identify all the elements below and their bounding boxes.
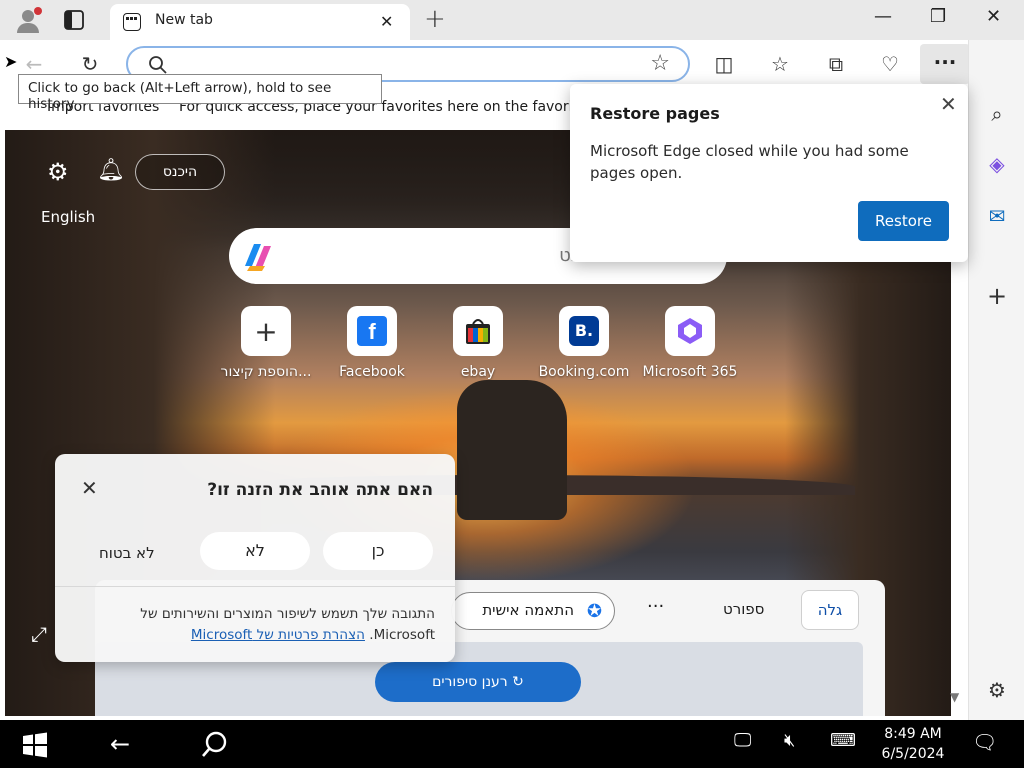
- facebook-icon: f: [357, 316, 387, 346]
- back-button-tooltip: Click to go back (Alt+Left arrow), hold …: [18, 74, 382, 112]
- favorite-star-icon[interactable]: ☆: [650, 51, 670, 76]
- close-window-button[interactable]: ✕: [986, 6, 1001, 27]
- quick-link-microsoft-365[interactable]: Microsoft 365: [638, 306, 742, 380]
- add-sidebar-app-icon[interactable]: +: [983, 282, 1011, 310]
- notifications-icon[interactable]: 🗨︎: [972, 730, 997, 754]
- ebay-icon: [466, 319, 490, 344]
- scroll-down-arrow-icon[interactable]: ▼: [950, 690, 959, 704]
- language-link[interactable]: English: [41, 208, 95, 226]
- minimize-button[interactable]: —: [874, 6, 892, 27]
- sidebar-search-icon[interactable]: ⌕: [983, 100, 1011, 128]
- tab-sport[interactable]: ספורט: [723, 600, 764, 618]
- booking-icon: B.: [569, 316, 599, 346]
- refresh-icon: ↻: [512, 674, 524, 690]
- windows-start-icon[interactable]: [22, 732, 48, 758]
- profile-avatar-icon[interactable]: [12, 4, 44, 36]
- refresh-stories-button[interactable]: רענן סיפורים ↻: [375, 662, 581, 702]
- copilot-sidebar-icon[interactable]: ◈: [983, 150, 1011, 178]
- search-icon: [149, 56, 167, 74]
- feed-more-button[interactable]: ···: [647, 596, 664, 617]
- volume-muted-icon[interactable]: 🔇︎: [784, 730, 795, 751]
- collections-icon[interactable]: ⧉: [822, 50, 850, 78]
- quick-link-add-shortcut[interactable]: + הוספת קיצור...: [214, 306, 318, 380]
- browser-essentials-icon[interactable]: ♡: [876, 50, 904, 78]
- tab-discover[interactable]: גלה: [801, 590, 859, 630]
- feedback-no-button[interactable]: לא: [200, 532, 310, 570]
- mouse-cursor-icon: ➤: [4, 52, 18, 71]
- background-rock: [457, 380, 567, 520]
- keyboard-icon[interactable]: ⌨: [830, 730, 856, 751]
- split-screen-icon[interactable]: ◫: [710, 50, 738, 78]
- taskbar-search-icon[interactable]: [200, 730, 230, 760]
- tab-actions-icon[interactable]: [62, 8, 86, 32]
- new-tab-button[interactable]: +: [424, 4, 446, 34]
- personalize-button[interactable]: ✪ התאמה אישית: [451, 592, 615, 630]
- favorites-icon[interactable]: ☆: [766, 50, 794, 78]
- signin-button[interactable]: היכנס: [135, 154, 225, 190]
- outlook-icon[interactable]: ✉: [983, 202, 1011, 230]
- privacy-statement-link[interactable]: הצהרת פרטיות של Microsoft: [191, 627, 365, 643]
- feedback-close-button[interactable]: ✕: [81, 476, 98, 500]
- sidebar-settings-gear-icon[interactable]: ⚙: [983, 676, 1011, 704]
- feedback-yes-button[interactable]: כן: [323, 532, 433, 570]
- notifications-bell-icon[interactable]: 🔔︎: [97, 158, 125, 184]
- tab-title: New tab: [155, 12, 213, 28]
- restore-dialog-title: Restore pages: [590, 104, 720, 123]
- restore-window-button[interactable]: ❐: [930, 6, 946, 27]
- tab-new-tab[interactable]: New tab ✕: [110, 4, 410, 40]
- quick-link-ebay[interactable]: ebay: [426, 306, 530, 380]
- quick-link-facebook[interactable]: f Facebook: [320, 306, 424, 380]
- taskbar-clock[interactable]: 8:49 AM 6/5/2024: [878, 724, 948, 764]
- personalize-star-icon: ✪: [586, 601, 602, 622]
- restore-pages-dialog: Restore pages ✕ Microsoft Edge closed wh…: [570, 84, 968, 262]
- edge-sidebar: ⌕ ◈ ✉ + ⚙: [968, 40, 1024, 720]
- page-settings-gear-icon[interactable]: ⚙: [47, 158, 73, 186]
- feed-feedback-popup: האם אתה אוהב את הזנה זו? ✕ כן לא לא בטוח…: [55, 454, 455, 662]
- tab-strip: New tab ✕ + — ❐ ✕: [0, 0, 1024, 40]
- copilot-logo-icon[interactable]: [239, 238, 277, 274]
- feedback-question: האם אתה אוהב את הזנה זו?: [207, 480, 433, 500]
- restore-dialog-close-button[interactable]: ✕: [940, 92, 957, 116]
- settings-and-more-button[interactable]: ···: [920, 44, 970, 84]
- windows-taskbar: ← 🖵︎ 🔇︎ ⌨ 8:49 AM 6/5/2024 🗨︎: [0, 720, 1024, 768]
- microsoft-365-icon: [678, 318, 702, 344]
- taskbar-back-icon[interactable]: ←: [110, 730, 130, 758]
- plus-icon: +: [254, 314, 278, 348]
- expand-fullscreen-icon[interactable]: ⤢: [31, 622, 47, 646]
- quick-link-booking[interactable]: B. Booking.com: [532, 306, 636, 380]
- restore-button[interactable]: Restore: [858, 201, 949, 241]
- tab-close-button[interactable]: ✕: [380, 12, 393, 31]
- network-icon[interactable]: 🖵︎: [734, 730, 751, 751]
- new-tab-favicon-icon: [123, 13, 141, 31]
- feedback-unsure-button[interactable]: לא בטוח: [99, 544, 155, 562]
- feedback-privacy-note: התגובה שלך תשמש לשיפור המוצרים והשירותים…: [140, 606, 435, 643]
- restore-dialog-message: Microsoft Edge closed while you had some…: [590, 142, 909, 182]
